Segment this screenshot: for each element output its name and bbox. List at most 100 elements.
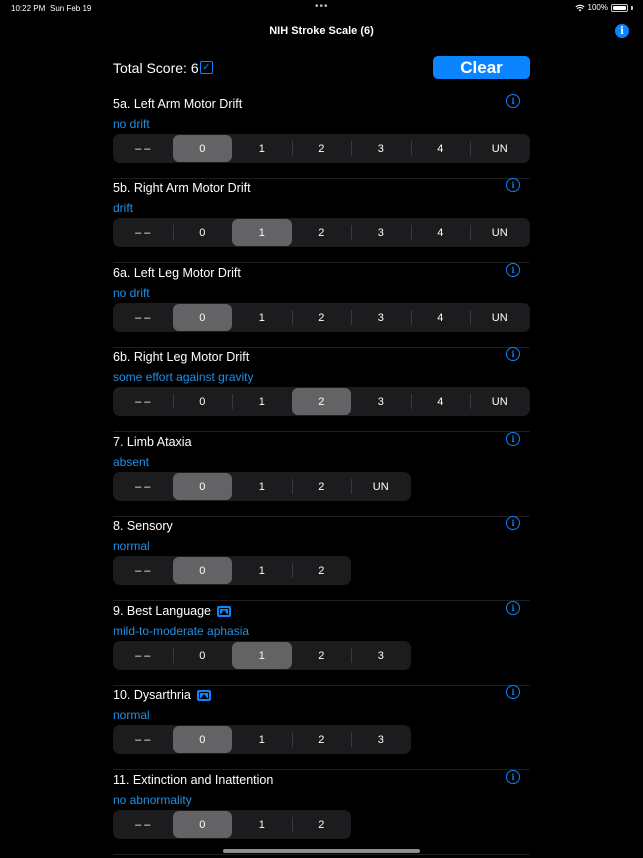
segment-option[interactable]: – – (113, 556, 173, 585)
info-icon[interactable]: i (506, 178, 520, 192)
segment-option[interactable]: 0 (172, 218, 233, 247)
item-title-text: 7. Limb Ataxia (113, 435, 192, 449)
item-title: 11. Extinction and Inattention (113, 773, 273, 787)
segment-option[interactable]: – – (113, 218, 173, 247)
item-subtitle: absent (113, 455, 150, 469)
segment-option[interactable]: UN (470, 303, 530, 332)
segment-option[interactable]: – – (113, 725, 173, 754)
image-icon[interactable] (217, 605, 231, 617)
segment-option[interactable]: 4 (410, 303, 471, 332)
score-segmented-control: – –0 1 2 3 (113, 641, 411, 670)
segment-option-selected[interactable]: 1 (232, 219, 292, 246)
item-title: 5a. Left Arm Motor Drift (113, 97, 242, 111)
item-subtitle: normal (113, 539, 150, 553)
info-icon[interactable]: i (506, 263, 520, 277)
info-icon[interactable]: i (506, 601, 520, 615)
segment-option[interactable]: 3 (351, 641, 411, 670)
scale-item: 9. Best Language mild-to-moderate aphasia… (113, 601, 530, 688)
segment-option-selected[interactable]: 0 (172, 473, 232, 500)
total-checkbox[interactable]: ✓ (200, 61, 213, 74)
divider (113, 600, 530, 601)
segment-option-selected[interactable]: 0 (172, 135, 232, 162)
item-title: 5b. Right Arm Motor Drift (113, 181, 251, 195)
item-title-text: 8. Sensory (113, 519, 173, 533)
segment-option[interactable]: UN (470, 134, 530, 163)
segment-option[interactable]: – – (113, 810, 173, 839)
divider (113, 685, 530, 686)
segment-option[interactable]: 1 (232, 556, 292, 585)
divider (113, 262, 530, 263)
segment-option[interactable]: – – (113, 134, 173, 163)
segment-option-selected[interactable]: 0 (172, 557, 232, 584)
score-segmented-control: – –0 1 2 3 4 UN (113, 387, 530, 416)
score-segmented-control: – –0 1 2 (113, 810, 351, 839)
segment-option[interactable]: 2 (291, 725, 352, 754)
item-subtitle: normal (113, 708, 150, 722)
segment-option-selected[interactable]: 0 (172, 811, 232, 838)
segment-option-selected[interactable]: 1 (232, 642, 292, 669)
divider (113, 347, 530, 348)
info-icon[interactable]: i (615, 24, 629, 38)
item-title-text: 9. Best Language (113, 604, 211, 618)
segment-option[interactable]: 3 (351, 303, 411, 332)
clear-button[interactable]: Clear (433, 56, 530, 79)
segment-option[interactable]: 3 (351, 218, 411, 247)
info-icon[interactable]: i (506, 94, 520, 108)
segment-option[interactable]: 2 (291, 472, 352, 501)
item-title-text: 11. Extinction and Inattention (113, 773, 274, 787)
segment-option[interactable]: 4 (410, 387, 471, 416)
segment-option[interactable]: 3 (351, 134, 411, 163)
segment-option[interactable]: 1 (232, 387, 292, 416)
segment-option[interactable]: 2 (291, 303, 352, 332)
item-title: 6a. Left Leg Motor Drift (113, 266, 241, 280)
scale-item: 7. Limb Ataxia absent i – –0 1 2 UN (113, 432, 530, 519)
item-subtitle: drift (113, 201, 134, 215)
status-bar: 10:22 PM Sun Feb 19 ••• 100% (0, 0, 643, 16)
segment-option[interactable]: 2 (292, 641, 352, 670)
segment-option[interactable]: UN (351, 472, 411, 501)
segment-option[interactable]: 1 (232, 134, 292, 163)
segment-option-selected[interactable]: 0 (172, 726, 232, 753)
segment-option[interactable]: UN (470, 387, 530, 416)
score-segmented-control: – –0 1 2 (113, 556, 351, 585)
segment-option[interactable]: 0 (172, 387, 233, 416)
item-title-text: 6a. Left Leg Motor Drift (113, 266, 241, 280)
segment-option[interactable]: 1 (232, 810, 292, 839)
divider (113, 516, 530, 517)
segment-option[interactable]: – – (113, 641, 173, 670)
segment-option[interactable]: 2 (291, 556, 352, 585)
item-subtitle: mild-to-moderate aphasia (113, 624, 250, 638)
battery-tip (631, 5, 633, 10)
segment-option[interactable]: 1 (232, 303, 292, 332)
segment-option[interactable]: 2 (291, 810, 352, 839)
divider (113, 769, 530, 770)
scale-item: 6a. Left Leg Motor Drift no drift i – –0 1 2 3… (113, 263, 530, 350)
segment-option[interactable]: 4 (410, 134, 471, 163)
info-icon[interactable]: i (506, 685, 520, 699)
info-icon[interactable]: i (506, 347, 520, 361)
segment-option[interactable]: 1 (232, 725, 292, 754)
segment-option-selected[interactable]: 0 (172, 304, 232, 331)
segment-option[interactable]: – – (113, 303, 173, 332)
image-icon[interactable] (196, 689, 211, 701)
home-indicator[interactable] (223, 849, 420, 853)
segment-option[interactable]: – – (113, 387, 173, 416)
segment-option[interactable]: – – (113, 472, 173, 501)
segment-option-selected[interactable]: 2 (291, 388, 351, 415)
segment-option[interactable]: 3 (351, 725, 411, 754)
scale-item: 8. Sensory normal i – –0 1 2 (113, 516, 530, 603)
segment-option[interactable]: 3 (351, 387, 411, 416)
scale-item: 6b. Right Leg Motor Drift some effort aga… (113, 347, 530, 434)
segment-option[interactable]: UN (470, 218, 530, 247)
segment-option[interactable]: 4 (410, 218, 471, 247)
segment-option[interactable]: 1 (232, 472, 292, 501)
multitasking-dots[interactable]: ••• (315, 1, 329, 12)
segment-option[interactable]: 2 (291, 134, 352, 163)
status-time: 10:22 PM (11, 4, 46, 13)
info-icon[interactable]: i (506, 770, 520, 784)
item-subtitle: no abnormality (113, 793, 192, 807)
segment-option[interactable]: 0 (172, 641, 233, 670)
info-icon[interactable]: i (506, 516, 520, 530)
info-icon[interactable]: i (506, 432, 520, 446)
segment-option[interactable]: 2 (292, 218, 352, 247)
